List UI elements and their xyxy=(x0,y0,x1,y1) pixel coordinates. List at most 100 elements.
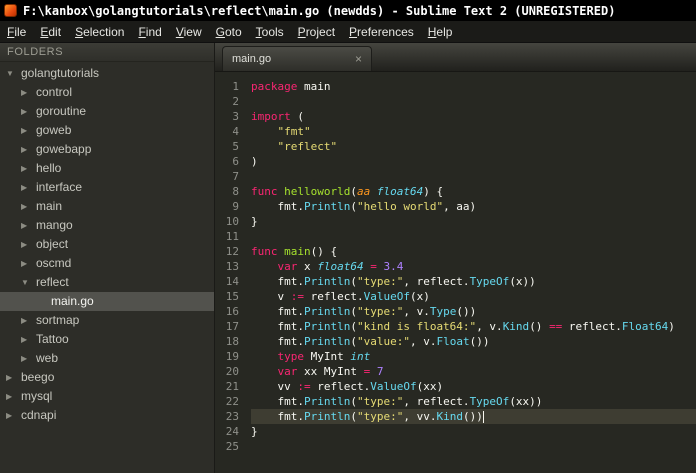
chevron-right-icon[interactable]: ▶ xyxy=(21,311,36,330)
tree-label: main.go xyxy=(51,294,94,308)
close-icon[interactable]: × xyxy=(355,53,362,65)
line-number: 15 xyxy=(225,290,239,303)
code-line-22[interactable]: 22 fmt.Println("type:", reflect.TypeOf(x… xyxy=(215,394,696,409)
tree-label: control xyxy=(36,85,73,99)
menu-project[interactable]: Project xyxy=(291,25,342,39)
chevron-right-icon[interactable]: ▶ xyxy=(6,406,21,425)
folder-item-hello[interactable]: ▶ hello xyxy=(0,159,214,178)
file-item-main.go[interactable]: main.go xyxy=(0,292,214,311)
folder-item-beego[interactable]: ▶ beego xyxy=(0,368,214,387)
title-bar: F:\kanbox\golangtutorials\reflect\main.g… xyxy=(0,0,696,21)
chevron-right-icon[interactable]: ▶ xyxy=(21,178,36,197)
folder-item-interface[interactable]: ▶ interface xyxy=(0,178,214,197)
chevron-right-icon[interactable]: ▶ xyxy=(21,197,36,216)
folder-item-sortmap[interactable]: ▶ sortmap xyxy=(0,311,214,330)
chevron-right-icon[interactable]: ▶ xyxy=(21,83,36,102)
folder-item-cdnapi[interactable]: ▶ cdnapi xyxy=(0,406,214,425)
menu-file[interactable]: File xyxy=(0,25,33,39)
chevron-right-icon[interactable]: ▶ xyxy=(6,368,21,387)
code-line-16[interactable]: 16 fmt.Println("type:", v.Type()) xyxy=(215,304,696,319)
code-line-24[interactable]: 24} xyxy=(215,424,696,439)
chevron-right-icon[interactable]: ▶ xyxy=(6,387,21,406)
folder-item-main[interactable]: ▶ main xyxy=(0,197,214,216)
chevron-right-icon[interactable]: ▶ xyxy=(21,159,36,178)
code-line-7[interactable]: 7 xyxy=(215,169,696,184)
code-line-6[interactable]: 6) xyxy=(215,154,696,169)
folder-item-goroutine[interactable]: ▶ goroutine xyxy=(0,102,214,121)
chevron-right-icon[interactable]: ▶ xyxy=(21,349,36,368)
line-content: var xx MyInt = 7 xyxy=(277,365,384,378)
code-line-17[interactable]: 17 fmt.Println("kind is float64:", v.Kin… xyxy=(215,319,696,334)
folder-item-golangtutorials[interactable]: ▼ golangtutorials xyxy=(0,64,214,83)
chevron-right-icon[interactable]: ▶ xyxy=(21,140,36,159)
code-line-9[interactable]: 9 fmt.Println("hello world", aa) xyxy=(215,199,696,214)
menu-find[interactable]: Find xyxy=(131,25,168,39)
chevron-right-icon[interactable]: ▶ xyxy=(21,102,36,121)
code-line-2[interactable]: 2 xyxy=(215,94,696,109)
code-line-25[interactable]: 25 xyxy=(215,439,696,454)
chevron-down-icon[interactable]: ▼ xyxy=(21,273,36,292)
menu-bar: File Edit Selection Find View Goto Tools Projec… xyxy=(0,21,696,43)
line-number: 20 xyxy=(225,365,239,378)
code-line-14[interactable]: 14 fmt.Println("type:", reflect.TypeOf(x… xyxy=(215,274,696,289)
code-line-13[interactable]: 13 var x float64 = 3.4 xyxy=(215,259,696,274)
code-line-8[interactable]: 8 func helloworld(aa float64) { xyxy=(215,184,696,199)
menu-goto[interactable]: Goto xyxy=(209,25,249,39)
menu-tools[interactable]: Tools xyxy=(249,25,291,39)
code-line-15[interactable]: 15 v := reflect.ValueOf(x) xyxy=(215,289,696,304)
code-line-4[interactable]: 4 "fmt" xyxy=(215,124,696,139)
line-content: } xyxy=(251,215,258,228)
chevron-right-icon[interactable]: ▶ xyxy=(21,330,36,349)
line-content: package main xyxy=(251,80,331,93)
chevron-right-icon[interactable]: ▶ xyxy=(21,254,36,273)
text-cursor xyxy=(482,411,484,423)
chevron-right-icon[interactable]: ▶ xyxy=(21,235,36,254)
folder-item-control[interactable]: ▶ control xyxy=(0,83,214,102)
code-line-1[interactable]: 1 package main xyxy=(215,79,696,94)
folder-item-object[interactable]: ▶ object xyxy=(0,235,214,254)
code-line-23[interactable]: 23 fmt.Println("type:", vv.Kind()) xyxy=(215,409,696,424)
code-line-12[interactable]: 12 func main() { xyxy=(215,244,696,259)
folder-item-goweb[interactable]: ▶ goweb xyxy=(0,121,214,140)
main-area: FOLDERS ▼ golangtutorials ▶ control ▶ gorouti… xyxy=(0,43,696,473)
chevron-down-icon[interactable]: ▼ xyxy=(6,64,21,83)
sublime-icon[interactable] xyxy=(4,4,17,17)
tree-label: cdnapi xyxy=(21,408,57,422)
menu-selection[interactable]: Selection xyxy=(68,25,131,39)
code-line-18[interactable]: 18 fmt.Println("value:", v.Float()) xyxy=(215,334,696,349)
code-line-20[interactable]: 20 var xx MyInt = 7 xyxy=(215,364,696,379)
tree-label: main xyxy=(36,199,63,213)
line-number: 6 xyxy=(232,155,239,168)
line-number: 23 xyxy=(225,410,239,423)
code-line-11[interactable]: 11 xyxy=(215,229,696,244)
folder-item-gowebapp[interactable]: ▶ gowebapp xyxy=(0,140,214,159)
code-line-10[interactable]: 10} xyxy=(215,214,696,229)
chevron-right-icon[interactable]: ▶ xyxy=(21,121,36,140)
folder-item-Tattoo[interactable]: ▶ Tattoo xyxy=(0,330,214,349)
code-area[interactable]: 1 package main 2 3 import (4 "fmt" 5 "reflect… xyxy=(215,72,696,473)
tree-label: sortmap xyxy=(36,313,80,327)
code-line-21[interactable]: 21 vv := reflect.ValueOf(xx) xyxy=(215,379,696,394)
line-content xyxy=(251,94,696,109)
folder-item-oscmd[interactable]: ▶ oscmd xyxy=(0,254,214,273)
folder-item-web[interactable]: ▶ web xyxy=(0,349,214,368)
line-number: 4 xyxy=(232,125,239,138)
code-line-3[interactable]: 3 import ( xyxy=(215,109,696,124)
code-line-5[interactable]: 5 "reflect" xyxy=(215,139,696,154)
line-content: var x float64 = 3.4 xyxy=(277,260,404,273)
menu-help[interactable]: Help xyxy=(421,25,460,39)
menu-preferences[interactable]: Preferences xyxy=(342,25,421,39)
menu-edit[interactable]: Edit xyxy=(33,25,68,39)
line-number: 24 xyxy=(225,425,239,438)
line-content: ) xyxy=(251,155,258,168)
tab-main-go[interactable]: main.go × xyxy=(222,46,372,71)
folder-item-reflect[interactable]: ▼ reflect xyxy=(0,273,214,292)
folder-item-mysql[interactable]: ▶ mysql xyxy=(0,387,214,406)
chevron-right-icon[interactable]: ▶ xyxy=(21,216,36,235)
line-content: fmt.Println("type:", reflect.TypeOf(xx)) xyxy=(251,395,543,408)
code-line-19[interactable]: 19 type MyInt int xyxy=(215,349,696,364)
folder-item-mango[interactable]: ▶ mango xyxy=(0,216,214,235)
line-content xyxy=(251,439,696,454)
menu-view[interactable]: View xyxy=(169,25,209,39)
line-number: 8 xyxy=(232,185,239,198)
